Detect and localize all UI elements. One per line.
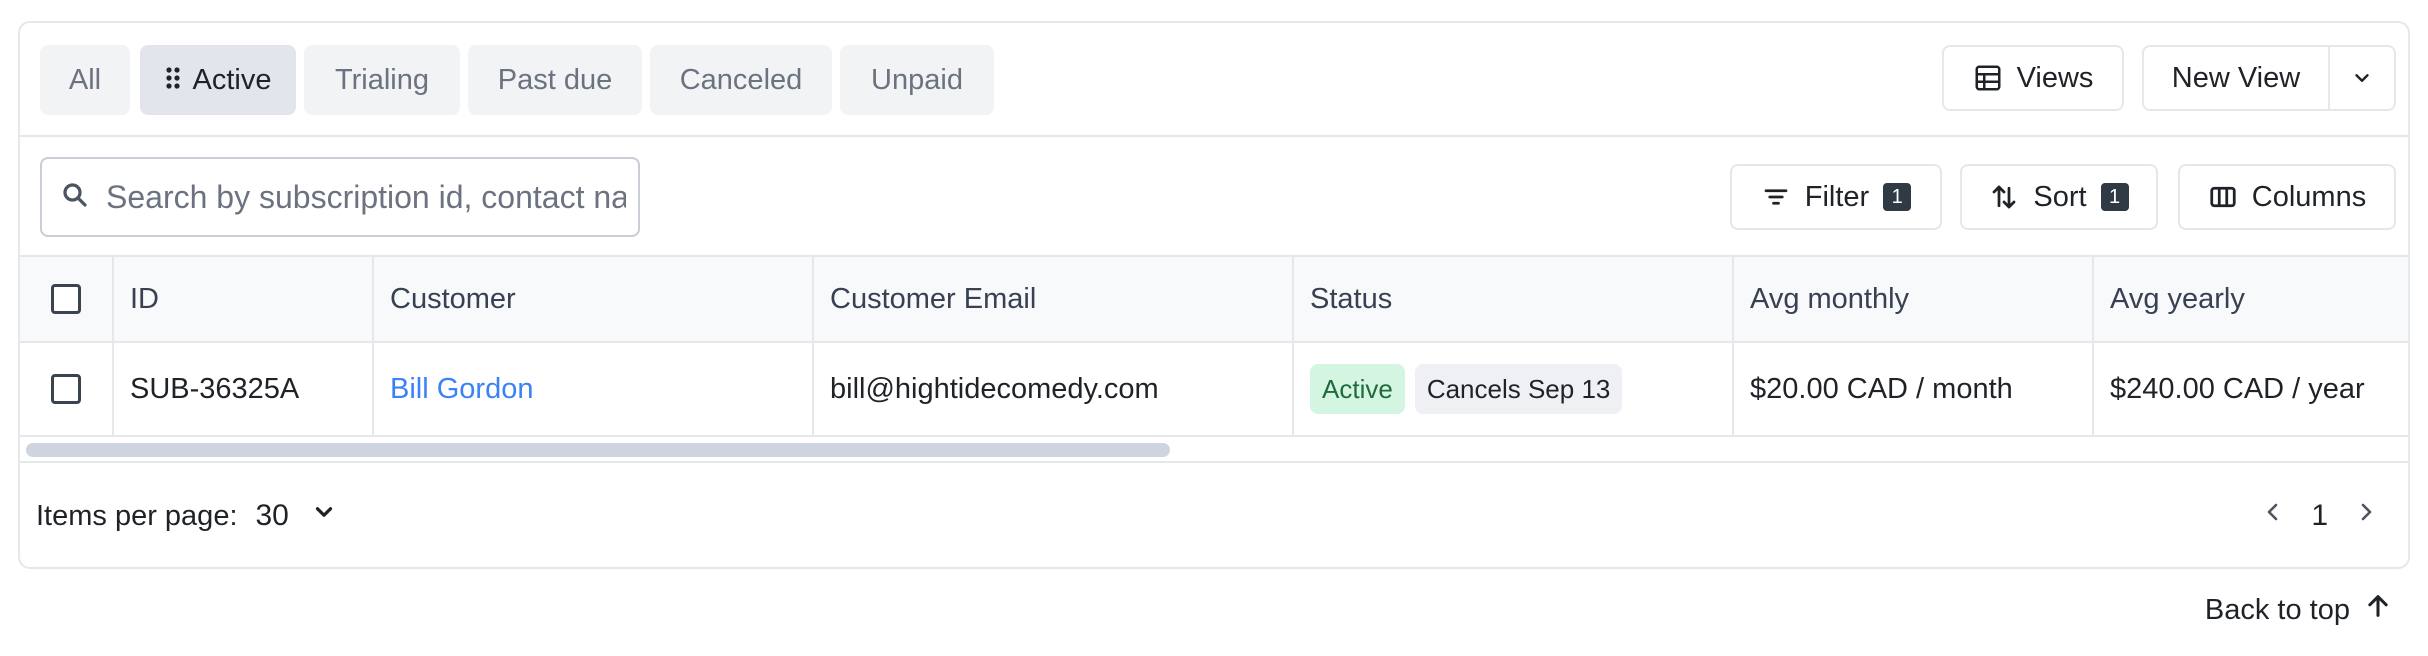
tab-trialing[interactable]: Trialing bbox=[304, 45, 460, 115]
items-per-page: Items per page: 30 bbox=[36, 463, 337, 567]
column-header-id[interactable]: ID bbox=[114, 257, 374, 341]
tab-trialing-label: Trialing bbox=[334, 63, 429, 96]
email-cell: bill@hightidecomedy.com bbox=[814, 343, 1294, 435]
table-row[interactable]: SUB-36325A Bill Gordon bill@hightidecome… bbox=[20, 343, 2408, 437]
avg-monthly-value: $20.00 CAD / month bbox=[1750, 372, 2013, 405]
sort-icon bbox=[1989, 182, 2019, 212]
table-footer: Items per page: 30 1 bbox=[20, 463, 2408, 567]
scrollbar-thumb[interactable] bbox=[26, 443, 1170, 457]
filter-count-badge: 1 bbox=[1883, 183, 1912, 211]
tab-active[interactable]: Active bbox=[140, 45, 296, 115]
items-per-page-label: Items per page: bbox=[36, 499, 238, 532]
table-header: ID Customer Customer Email Status Avg mo… bbox=[20, 257, 2408, 343]
avg-yearly-value: $240.00 CAD / year bbox=[2110, 372, 2365, 405]
column-header-id-label: ID bbox=[130, 282, 159, 315]
column-header-status-label: Status bbox=[1310, 282, 1393, 315]
chevron-down-icon bbox=[2351, 67, 2373, 89]
column-header-avg-yearly[interactable]: Avg yearly bbox=[2094, 257, 2408, 341]
table-toolbar: Filter 1 Sort 1 Columns bbox=[20, 137, 2408, 257]
current-page-number[interactable]: 1 bbox=[2311, 499, 2328, 533]
subscription-id: SUB-36325A bbox=[130, 372, 300, 405]
next-page-icon[interactable] bbox=[2354, 498, 2378, 534]
filter-button[interactable]: Filter 1 bbox=[1730, 164, 1942, 230]
pagination: 1 bbox=[2261, 463, 2378, 567]
arrow-up-icon bbox=[2364, 592, 2392, 628]
column-header-status[interactable]: Status bbox=[1294, 257, 1734, 341]
columns-button[interactable]: Columns bbox=[2178, 164, 2396, 230]
select-all-cell bbox=[20, 257, 114, 341]
status-cell: Active Cancels Sep 13 bbox=[1294, 343, 1734, 435]
search-icon bbox=[60, 180, 90, 215]
customer-cell: Bill Gordon bbox=[374, 343, 814, 435]
avg-monthly-cell: $20.00 CAD / month bbox=[1734, 343, 2094, 435]
columns-icon bbox=[2208, 182, 2238, 212]
subscriptions-panel: All Active Trialing Past due Canceled Un… bbox=[18, 21, 2410, 569]
views-button[interactable]: Views bbox=[1942, 45, 2124, 111]
items-per-page-select[interactable]: 30 bbox=[256, 499, 337, 533]
columns-label: Columns bbox=[2251, 180, 2367, 213]
customer-link[interactable]: Bill Gordon bbox=[390, 373, 533, 406]
status-badge: Active bbox=[1310, 364, 1405, 414]
horizontal-scrollbar[interactable] bbox=[20, 437, 2408, 463]
tab-past-due-label: Past due bbox=[497, 63, 613, 96]
views-label: Views bbox=[2016, 61, 2094, 94]
sort-button[interactable]: Sort 1 bbox=[1960, 164, 2158, 230]
chevron-down-icon bbox=[311, 499, 337, 533]
tab-all[interactable]: All bbox=[40, 45, 130, 115]
tab-unpaid[interactable]: Unpaid bbox=[840, 45, 994, 115]
column-header-customer-label: Customer bbox=[390, 282, 516, 315]
previous-page-icon[interactable] bbox=[2261, 498, 2285, 534]
tab-all-label: All bbox=[68, 63, 102, 96]
tab-canceled-label: Canceled bbox=[679, 63, 803, 96]
tab-unpaid-label: Unpaid bbox=[871, 63, 963, 96]
sort-count-badge: 1 bbox=[2100, 183, 2129, 211]
tab-past-due[interactable]: Past due bbox=[468, 45, 642, 115]
back-to-top-label: Back to top bbox=[2204, 593, 2350, 626]
row-checkbox[interactable] bbox=[51, 374, 81, 404]
tab-active-label: Active bbox=[192, 63, 272, 96]
customer-email: bill@hightidecomedy.com bbox=[830, 372, 1159, 405]
back-to-top-link[interactable]: Back to top bbox=[2205, 592, 2392, 628]
column-header-customer[interactable]: Customer bbox=[374, 257, 814, 341]
row-select-cell bbox=[20, 343, 114, 435]
filter-icon bbox=[1761, 182, 1791, 212]
select-all-checkbox[interactable] bbox=[51, 284, 81, 314]
column-header-avg-monthly[interactable]: Avg monthly bbox=[1734, 257, 2094, 341]
column-header-avg-monthly-label: Avg monthly bbox=[1750, 282, 1910, 315]
column-header-email-label: Customer Email bbox=[830, 282, 1037, 315]
items-per-page-value: 30 bbox=[255, 499, 289, 532]
drag-handle-icon[interactable] bbox=[165, 66, 181, 94]
subscription-id-cell: SUB-36325A bbox=[114, 343, 374, 435]
cancel-date-badge: Cancels Sep 13 bbox=[1414, 364, 1623, 414]
new-view-button[interactable]: New View bbox=[2142, 45, 2330, 111]
new-view-dropdown-button[interactable] bbox=[2328, 45, 2396, 111]
sort-label: Sort bbox=[2033, 180, 2087, 213]
column-header-email[interactable]: Customer Email bbox=[814, 257, 1294, 341]
tab-canceled[interactable]: Canceled bbox=[650, 45, 832, 115]
search-input[interactable] bbox=[106, 178, 626, 216]
new-view-label: New View bbox=[2171, 61, 2301, 94]
view-tabs-bar: All Active Trialing Past due Canceled Un… bbox=[20, 23, 2408, 137]
search-box[interactable] bbox=[40, 157, 640, 237]
avg-yearly-cell: $240.00 CAD / year bbox=[2094, 343, 2408, 435]
filter-label: Filter bbox=[1804, 180, 1870, 213]
column-header-avg-yearly-label: Avg yearly bbox=[2110, 282, 2245, 315]
table-icon bbox=[1973, 63, 2003, 93]
